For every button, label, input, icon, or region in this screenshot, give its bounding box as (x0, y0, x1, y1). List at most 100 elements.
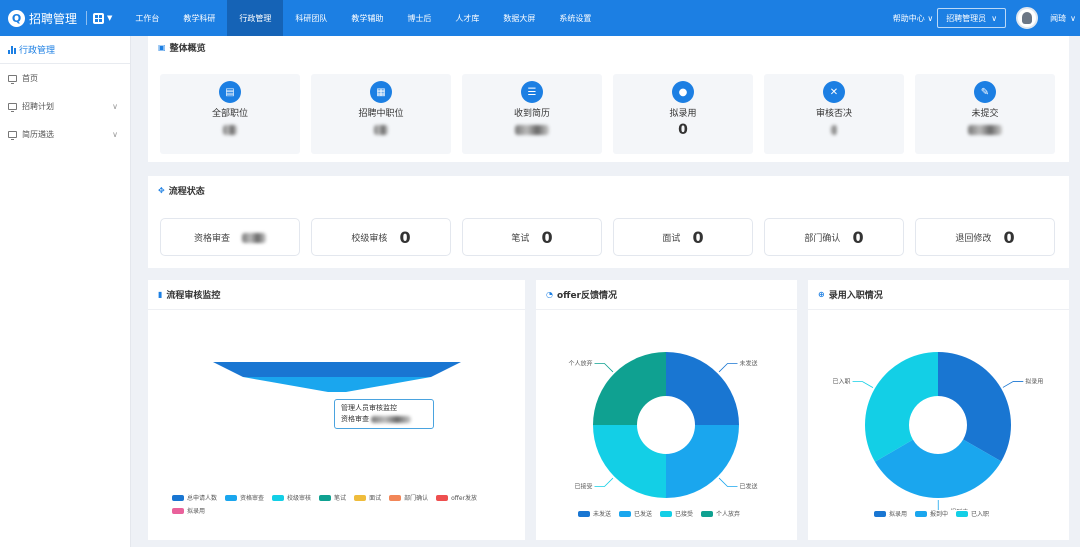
overview-panel: ▣ 整体概览 ▤ 全部职位 ▦ 招聘中职位 ☰ 收到简历 ● 拟录用 0 ✕ 审核否决 ✎ 未提交 (148, 36, 1069, 162)
overview-card[interactable]: ● 拟录用 0 (613, 74, 753, 154)
legend-swatch (272, 494, 285, 501)
process-card-value (242, 228, 266, 247)
overview-card-label: 审核否决 (815, 109, 852, 119)
app-switcher[interactable]: ▼ (86, 11, 112, 25)
nav-item[interactable]: 系统设置 (547, 0, 603, 36)
process-card[interactable]: 校级审核 0 (311, 218, 451, 256)
overview-card-value (160, 122, 300, 138)
legend-item[interactable]: 已发送 (619, 509, 652, 518)
donut-slice[interactable] (666, 425, 739, 498)
role-selector[interactable]: 招聘管理员 ∨ (937, 8, 1007, 28)
overview-card-value (764, 122, 904, 138)
legend-item[interactable]: 面试 (354, 493, 381, 502)
redacted-value (374, 125, 388, 135)
donut-slice[interactable] (666, 352, 739, 425)
legend-item[interactable]: 已入职 (956, 509, 989, 518)
process-card-value: 0 (692, 227, 704, 247)
monitor-icon (8, 102, 17, 112)
process-card-label: 部门确认 (804, 233, 841, 244)
funnel-level-qualification-review[interactable] (243, 377, 431, 392)
legend-label: 资格审查 (240, 495, 265, 502)
legend-item[interactable]: 总申请人数 (172, 493, 217, 502)
process-card-label: 面试 (662, 233, 681, 244)
legend-item[interactable]: 校级审核 (272, 493, 311, 502)
chevron-down-icon[interactable]: ∨ (1070, 14, 1076, 23)
sidebar-item-label: 简历遴选 (22, 129, 54, 139)
donut-slice[interactable] (593, 352, 666, 425)
clipboard-icon: ▣ (158, 42, 166, 52)
legend-item[interactable]: offer发放 (436, 493, 477, 502)
legend-swatch (701, 510, 714, 517)
app-logo[interactable]: Q 招聘管理 (0, 9, 82, 27)
legend-item[interactable]: 笔试 (319, 493, 346, 502)
nav-item[interactable]: 人才库 (443, 0, 491, 36)
app-title: 招聘管理 (29, 11, 78, 26)
slice-label: 已接受 (574, 483, 592, 491)
overview-card-value (915, 122, 1055, 138)
help-center-link[interactable]: 帮助中心 ∨ (893, 13, 933, 24)
donut-slice[interactable] (865, 352, 938, 462)
bar-chart-icon: ▮ (158, 290, 163, 299)
funnel-level-total-applicants[interactable] (213, 362, 461, 377)
nav-item[interactable]: 博士后 (395, 0, 443, 36)
legend-swatch (956, 510, 969, 517)
process-card[interactable]: 笔试 0 (462, 218, 602, 256)
nav-item[interactable]: 科研团队 (283, 0, 339, 36)
nav-item[interactable]: 数据大屏 (491, 0, 547, 36)
process-card-label: 校级审核 (351, 233, 388, 244)
pie-chart-icon: ◔ (546, 290, 553, 299)
overview-card[interactable]: ▦ 招聘中职位 (311, 74, 451, 154)
process-title: ✥ 流程状态 (158, 185, 205, 197)
legend-item[interactable]: 个人放弃 (701, 509, 740, 518)
legend-item[interactable]: 报到中 (915, 509, 948, 518)
sidebar-item[interactable]: 招聘计划 ∨ (0, 92, 130, 120)
process-card[interactable]: 退回修改 0 (915, 218, 1055, 256)
legend-item[interactable]: 已接受 (660, 509, 693, 518)
onboard-donut-chart: 拟录用报到中已入职 (833, 352, 1043, 510)
donut-slice[interactable] (593, 425, 666, 498)
username[interactable]: 闻琦 (1050, 13, 1066, 24)
sidebar-section-title[interactable]: 行政管理 (0, 36, 130, 64)
sidebar-item[interactable]: 简历遴选 ∨ (0, 120, 130, 148)
user-icon: ● (672, 81, 694, 103)
overview-card[interactable]: ✕ 审核否决 (764, 74, 904, 154)
overview-card[interactable]: ✎ 未提交 (915, 74, 1055, 154)
offer-donut-chart: 未发送已发送 已接受 个人放弃 (568, 352, 758, 498)
process-card[interactable]: 资格审查 (160, 218, 300, 256)
sidebar-item[interactable]: 首页 (0, 64, 130, 92)
nav-item[interactable]: 工作台 (123, 0, 171, 36)
nav-item[interactable]: 教学科研 (171, 0, 227, 36)
process-card[interactable]: 面试 0 (613, 218, 753, 256)
nav-item[interactable]: 教学辅助 (339, 0, 395, 36)
legend-item[interactable]: 拟录用 (172, 506, 205, 515)
legend-item[interactable]: 资格审查 (225, 493, 264, 502)
legend-label: 总申请人数 (187, 495, 218, 502)
sidebar: 行政管理 首页 招聘计划 ∨ 简历遴选 ∨ (0, 36, 131, 547)
nav-item[interactable]: 行政管理 (227, 0, 284, 36)
overview-card[interactable]: ▤ 全部职位 (160, 74, 300, 154)
legend-label: 拟录用 (187, 508, 206, 515)
funnel-tooltip: 管理人员审核监控 资格审查 (334, 399, 434, 429)
process-card[interactable]: 部门确认 0 (764, 218, 904, 256)
job-posting-icon: ▦ (370, 81, 392, 103)
overview-card[interactable]: ☰ 收到简历 (462, 74, 602, 154)
user-avatar-icon (1022, 12, 1033, 24)
avatar[interactable] (1016, 7, 1039, 29)
offer-legend: 未发送 已发送 已接受 个人放弃 (578, 509, 798, 518)
label-leader-line (718, 363, 738, 373)
legend-label: 已发送 (634, 511, 653, 518)
donut-slice[interactable] (938, 352, 1011, 462)
main-nav: 工作台 教学科研 行政管理 科研团队 教学辅助 博士后 人才库 数据大屏 系统设置 (123, 0, 603, 36)
legend-item[interactable]: 拟录用 (874, 509, 907, 518)
redacted-value (831, 125, 837, 135)
legend-item[interactable]: 未发送 (578, 509, 611, 518)
slice-label: 已入职 (833, 379, 851, 386)
legend-swatch (578, 510, 590, 517)
redacted-value (968, 125, 1002, 135)
legend-swatch (172, 494, 184, 501)
process-card-value: 0 (399, 227, 411, 247)
monitor-icon (8, 130, 17, 140)
reject-clipboard-icon: ✕ (823, 81, 845, 103)
legend-label: offer发放 (451, 495, 478, 502)
legend-item[interactable]: 部门确认 (389, 493, 428, 502)
